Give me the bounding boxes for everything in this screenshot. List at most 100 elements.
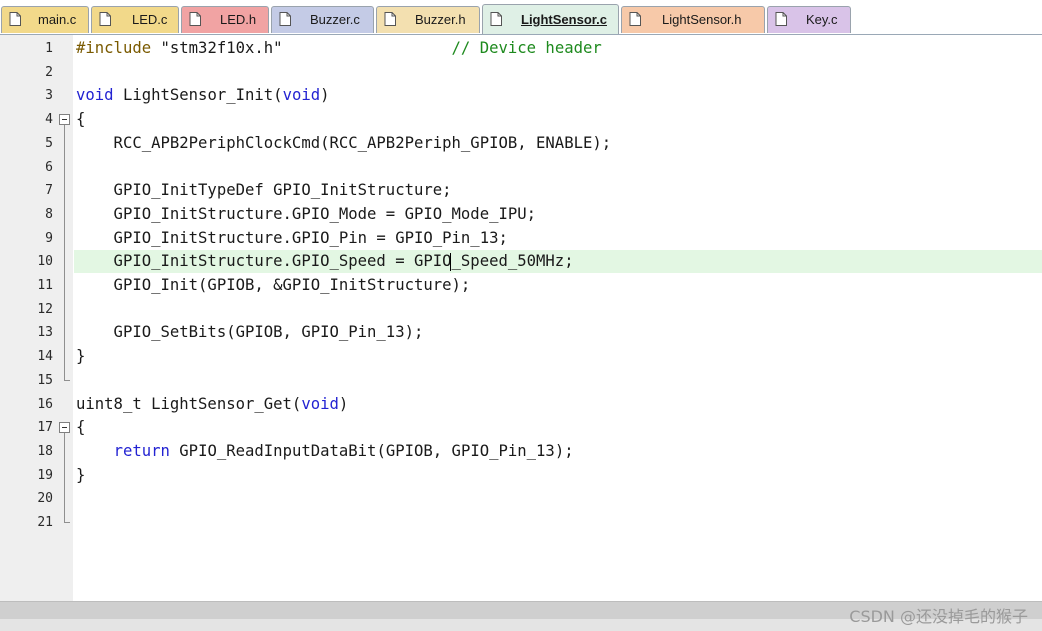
tab-label: LightSensor.h [662, 12, 742, 27]
code-line[interactable]: 20 [0, 487, 1042, 510]
code-text: return GPIO_ReadInputDataBit(GPIOB, GPIO… [76, 440, 574, 463]
code-line[interactable]: 14} [0, 345, 1042, 368]
tab-main-c[interactable]: main.c [1, 6, 89, 33]
code-line[interactable]: 11 GPIO_Init(GPIOB, &GPIO_InitStructure)… [0, 274, 1042, 297]
fold-end-marker [64, 522, 70, 523]
tab-label: main.c [38, 12, 77, 27]
line-number: 12 [37, 301, 53, 317]
document-icon [775, 12, 787, 26]
code-text: #include "stm32f10x.h" // Device header [76, 37, 602, 60]
code-text: } [76, 345, 85, 368]
code-token: ) [338, 394, 349, 413]
code-line[interactable]: 15 [0, 369, 1042, 392]
tab-key-c[interactable]: Key.c [767, 6, 851, 33]
line-number: 1 [45, 41, 53, 56]
keyword-token: void [301, 394, 339, 413]
code-line[interactable]: 1 #include "stm32f10x.h" // Device header [0, 37, 1042, 60]
code-line[interactable]: 12 [0, 298, 1042, 321]
document-icon [490, 12, 502, 26]
fold-collapse-icon[interactable] [59, 114, 70, 126]
code-token: uint8_t LightSensor_Get( [76, 394, 302, 413]
code-token: } [76, 347, 86, 366]
code-line[interactable]: 6 [0, 156, 1042, 179]
fold-guide-line [64, 433, 65, 522]
code-line[interactable]: 8 GPIO_InitStructure.GPIO_Mode = GPIO_Mo… [0, 203, 1042, 226]
keyword-token: void [76, 86, 114, 105]
tab-label: LightSensor.c [521, 12, 607, 27]
preprocessor-token: #include [76, 39, 152, 57]
line-number: 13 [37, 325, 53, 341]
line-number: 2 [45, 64, 53, 80]
line-number: 19 [37, 467, 53, 483]
code-line[interactable]: 13 GPIO_SetBits(GPIOB, GPIO_Pin_13); [0, 321, 1042, 344]
line-number: 14 [37, 349, 53, 365]
fold-end-marker [64, 379, 70, 381]
code-token: GPIO_SetBits(GPIOB, GPIO_Pin_13); [76, 323, 424, 342]
code-line[interactable]: 17 { [0, 416, 1042, 439]
code-line[interactable]: 19} [0, 464, 1042, 487]
code-line[interactable]: 7 GPIO_InitTypeDef GPIO_InitStructure; [0, 179, 1042, 202]
code-text: GPIO_Init(GPIOB, &GPIO_InitStructure); [76, 274, 471, 297]
code-line[interactable]: 9 GPIO_InitStructure.GPIO_Pin = GPIO_Pin… [0, 227, 1042, 250]
code-line[interactable]: 21 [0, 511, 1042, 534]
line-number: 20 [37, 491, 53, 507]
code-text: { [76, 416, 85, 439]
document-icon [189, 12, 201, 26]
code-text: uint8_t LightSensor_Get(void) [76, 393, 348, 416]
code-token: ) [320, 86, 330, 105]
text-caret [450, 253, 451, 272]
code-token: } [76, 465, 86, 484]
code-line[interactable]: 4{ [0, 108, 1042, 131]
tab-label: Key.c [806, 12, 838, 27]
code-text: } [76, 464, 85, 487]
line-number: 4 [45, 112, 53, 128]
code-token: GPIO_Init(GPIOB, &GPIO_InitStructure); [76, 276, 471, 294]
tab-lightsensor-h[interactable]: LightSensor.h [621, 6, 765, 33]
fold-collapse-icon[interactable] [59, 422, 70, 434]
code-editor[interactable]: 1 #include "stm32f10x.h" // Device header… [0, 35, 1042, 601]
code-line[interactable]: 2 [0, 61, 1042, 84]
line-number: 8 [45, 206, 53, 222]
comment-token: // Device header [451, 39, 602, 57]
code-text: GPIO_InitStructure.GPIO_Pin = GPIO_Pin_1… [76, 227, 508, 250]
code-token: "stm32f10x.h" [151, 39, 283, 57]
document-icon [384, 12, 396, 26]
code-token: GPIO_InitStructure.GPIO_Mode = GPIO_Mode… [76, 204, 537, 223]
code-text: GPIO_SetBits(GPIOB, GPIO_Pin_13); [76, 321, 424, 344]
tab-led-c[interactable]: LED.c [91, 6, 179, 33]
line-number: 10 [37, 254, 53, 270]
code-line[interactable]: 16 uint8_t LightSensor_Get(void) [0, 393, 1042, 416]
fold-guide-line [64, 125, 65, 380]
keyword-token: return [113, 441, 170, 460]
code-line[interactable]: 10 GPIO_InitStructure.GPIO_Speed = GPIO_… [0, 250, 1042, 273]
code-token: GPIO_ReadInputDataBit(GPIOB, GPIO_Pin_13… [169, 441, 574, 460]
line-number: 7 [45, 183, 53, 199]
tab-label: Buzzer.c [310, 12, 360, 27]
code-token: { [76, 418, 86, 437]
code-token: RCC_APB2PeriphClockCmd(RCC_APB2Periph_GP… [76, 133, 612, 152]
line-number: 5 [45, 135, 53, 151]
code-line[interactable]: 3 void LightSensor_Init(void) [0, 84, 1042, 107]
code-text: GPIO_InitStructure.GPIO_Mode = GPIO_Mode… [76, 203, 536, 226]
tab-lightsensor-c[interactable]: LightSensor.c [482, 4, 619, 34]
tab-led-h[interactable]: LED.h [181, 6, 269, 33]
line-number: 21 [37, 515, 53, 530]
line-number: 9 [45, 230, 53, 246]
tab-buzzer-h[interactable]: Buzzer.h [376, 6, 480, 33]
line-number: 16 [37, 396, 53, 412]
document-icon [629, 12, 641, 26]
keyword-token: void [282, 86, 321, 105]
tab-label: LED.c [132, 12, 168, 27]
code-text: RCC_APB2PeriphClockCmd(RCC_APB2Periph_GP… [76, 132, 612, 155]
tab-buzzer-c[interactable]: Buzzer.c [271, 6, 374, 33]
line-number: 17 [37, 420, 53, 436]
line-number: 15 [37, 372, 53, 388]
code-line[interactable]: 18 return GPIO_ReadInputDataBit(GPIOB, G… [0, 440, 1042, 463]
code-token: GPIO_InitTypeDef GPIO_InitStructure; [76, 181, 452, 200]
code-line[interactable]: 5 RCC_APB2PeriphClockCmd(RCC_APB2Periph_… [0, 132, 1042, 155]
document-icon [9, 12, 21, 26]
code-text: void LightSensor_Init(void) [76, 84, 330, 107]
code-token: GPIO_InitStructure.GPIO_Speed = GPIO_Spe… [76, 252, 574, 271]
